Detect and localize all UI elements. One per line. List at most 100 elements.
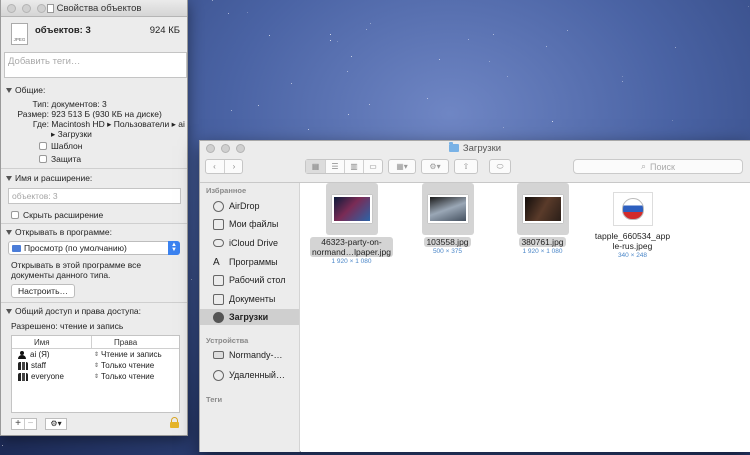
list-view-button[interactable]: ☰ bbox=[325, 160, 344, 173]
tags-field[interactable]: Добавить теги… bbox=[4, 52, 187, 78]
privilege-popup[interactable]: ⇕ Только чтение bbox=[92, 361, 154, 370]
open-with-section-toggle[interactable]: Открывать в программе: bbox=[6, 227, 112, 237]
table-row[interactable]: staff ⇕ Только чтение bbox=[12, 360, 179, 371]
finder-titlebar[interactable]: Загрузки bbox=[200, 141, 750, 155]
star bbox=[348, 114, 349, 115]
close-button[interactable] bbox=[206, 144, 215, 153]
open-with-popup[interactable]: Просмотр (по умолчанию) ▲ ▼ bbox=[8, 241, 180, 255]
file-item[interactable]: 46323-party-on- normand…lpaper.jpg 1 920… bbox=[309, 183, 394, 265]
sidebar-item-remote-disc[interactable]: Удаленный… bbox=[200, 367, 299, 383]
star bbox=[308, 129, 309, 130]
file-name-line: 46323-party-on- bbox=[321, 237, 382, 247]
zoom-button[interactable] bbox=[37, 4, 46, 13]
stationery-checkbox[interactable]: Шаблон bbox=[39, 141, 82, 151]
column-privilege-label: Права bbox=[114, 337, 138, 347]
sidebar-item-applications[interactable]: A Программы bbox=[200, 254, 299, 270]
sidebar-item-label: Normandy-… bbox=[229, 350, 283, 360]
sidebar-item-desktop[interactable]: Рабочий стол bbox=[200, 272, 299, 288]
arrange-button[interactable]: ▦▾ bbox=[388, 159, 416, 174]
star bbox=[622, 76, 623, 77]
sidebar-item-documents[interactable]: Документы bbox=[200, 291, 299, 307]
checkbox[interactable] bbox=[39, 155, 47, 163]
privilege-popup[interactable]: ⇕ Чтение и запись bbox=[92, 350, 162, 359]
checkbox[interactable] bbox=[39, 142, 47, 150]
file-thumbnail-frame bbox=[516, 183, 569, 235]
file-thumbnail-frame bbox=[325, 183, 378, 235]
divider bbox=[1, 302, 187, 303]
computer-icon bbox=[213, 351, 224, 359]
row-privilege: Чтение и запись bbox=[101, 350, 162, 359]
size-label: Размер: bbox=[17, 109, 49, 119]
group-icon bbox=[18, 372, 28, 381]
sidebar-item-icloud[interactable]: iCloud Drive bbox=[200, 235, 299, 251]
open-with-heading: Открывать в программе: bbox=[15, 227, 112, 237]
popup-arrows-icon: ▲ ▼ bbox=[168, 241, 180, 255]
downloads-folder-icon bbox=[448, 142, 459, 152]
zoom-button[interactable] bbox=[236, 144, 245, 153]
general-section-toggle[interactable]: Общие: bbox=[6, 85, 45, 95]
star bbox=[370, 23, 371, 24]
image-thumbnail bbox=[612, 192, 653, 226]
file-thumbnail-frame bbox=[607, 189, 659, 229]
column-view-button[interactable]: ▥ bbox=[344, 160, 363, 173]
change-all-button[interactable]: Настроить… bbox=[11, 284, 75, 298]
add-user-button[interactable]: + bbox=[12, 418, 24, 429]
gear-menu-button[interactable]: ⚙▾ bbox=[45, 417, 67, 430]
search-field[interactable]: ⌕ Поиск bbox=[573, 159, 743, 174]
file-name-line-2: le-rus.jpeg bbox=[612, 241, 653, 251]
name-section-toggle[interactable]: Имя и расширение: bbox=[6, 173, 92, 183]
disclosure-triangle-icon bbox=[6, 87, 12, 93]
file-item[interactable]: tapple_660534_app le-rus.jpeg 340 × 248 bbox=[590, 189, 675, 259]
checkbox[interactable] bbox=[11, 211, 19, 219]
sidebar-item-computer[interactable]: Normandy-… bbox=[200, 347, 299, 363]
sidebar-heading-devices: Устройства bbox=[206, 336, 249, 345]
sidebar-item-label: Программы bbox=[229, 257, 278, 267]
kind-label: Тип: bbox=[32, 99, 49, 109]
star bbox=[493, 34, 494, 35]
apple-logo-icon bbox=[621, 198, 644, 220]
view-mode-control: ▦ ☰ ▥ ▭ bbox=[305, 159, 383, 174]
back-button[interactable]: ‹ bbox=[205, 160, 224, 173]
icon-view-button[interactable]: ▦ bbox=[306, 160, 325, 173]
share-button[interactable]: ⇧ bbox=[454, 159, 478, 174]
gallery-view-button[interactable]: ▭ bbox=[363, 160, 382, 173]
file-item[interactable]: 380761.jpg 1 920 × 1 080 bbox=[500, 183, 585, 255]
jpeg-file-icon: JPEG bbox=[11, 23, 28, 45]
star bbox=[672, 120, 673, 121]
remove-user-button[interactable]: − bbox=[24, 418, 36, 429]
forward-button[interactable]: › bbox=[224, 160, 243, 173]
file-name: tapple_660534_app le-rus.jpeg bbox=[593, 231, 672, 251]
minimize-button[interactable] bbox=[221, 144, 230, 153]
name-field[interactable]: объектов: 3 bbox=[8, 188, 181, 204]
sharing-section-toggle[interactable]: Общий доступ и права доступа: bbox=[6, 306, 141, 316]
applications-icon: A bbox=[213, 256, 220, 268]
updown-icon: ⇕ bbox=[94, 363, 100, 369]
tags-button[interactable]: ⬭ bbox=[489, 159, 511, 174]
lock-icon[interactable] bbox=[170, 417, 179, 428]
sidebar-item-label: Документы bbox=[229, 294, 276, 304]
star bbox=[269, 35, 270, 36]
star bbox=[503, 127, 504, 128]
sidebar-item-downloads[interactable]: Загрузки bbox=[200, 309, 299, 325]
table-row[interactable]: everyone ⇕ Только чтение bbox=[12, 371, 179, 382]
sidebar-item-all-files[interactable]: Мои файлы bbox=[200, 216, 299, 232]
privilege-popup[interactable]: ⇕ Только чтение bbox=[92, 372, 154, 381]
sidebar-item-airdrop[interactable]: AirDrop bbox=[200, 198, 299, 214]
star bbox=[552, 121, 553, 122]
star bbox=[369, 104, 370, 105]
remote-disc-icon bbox=[213, 369, 224, 381]
sidebar-item-label: Удаленный… bbox=[229, 370, 285, 380]
table-row[interactable]: ai (Я) ⇕ Чтение и запись bbox=[12, 349, 179, 360]
action-gear-button[interactable]: ⚙▾ bbox=[421, 159, 449, 174]
minimize-button[interactable] bbox=[22, 4, 31, 13]
file-item[interactable]: 103558.jpg 500 × 375 bbox=[405, 183, 490, 255]
column-privilege-header[interactable]: Права bbox=[92, 336, 137, 348]
close-button[interactable] bbox=[7, 4, 16, 13]
info-titlebar[interactable]: Свойства объектов bbox=[1, 0, 187, 17]
column-name-header[interactable]: Имя bbox=[12, 336, 92, 348]
sidebar-item-label: Мои файлы bbox=[229, 219, 279, 229]
star bbox=[247, 12, 248, 13]
kind-row: Тип: документов: 3 bbox=[9, 99, 106, 109]
locked-checkbox[interactable]: Защита bbox=[39, 154, 81, 164]
hide-extension-checkbox[interactable]: Скрыть расширение bbox=[11, 210, 103, 220]
